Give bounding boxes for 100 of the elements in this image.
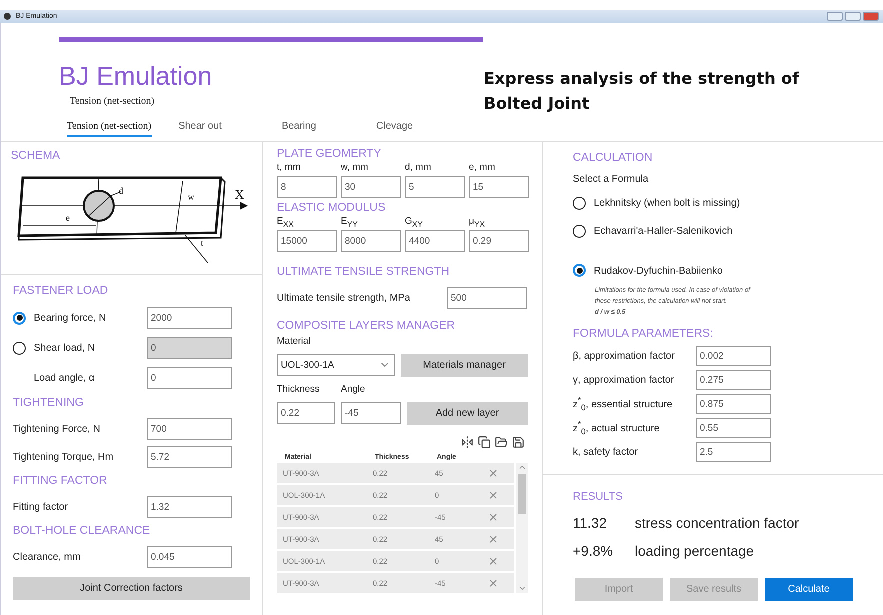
result-label: loading percentage	[635, 543, 754, 559]
scroll-up-icon[interactable]	[518, 463, 526, 472]
input-field[interactable]: 5.72	[147, 446, 232, 468]
field-label: E$_{YY}$	[341, 216, 358, 227]
field-label: Ultimate tensile strength, MPa	[277, 292, 412, 304]
field-label: Fitting factor	[13, 502, 70, 512]
field-label: e, mm	[469, 162, 496, 175]
scrollbar-thumb[interactable]	[518, 474, 526, 514]
section-title: SCHEMA	[11, 150, 62, 162]
heading: Express analysis of the strength of	[484, 69, 800, 88]
field-label: w, mm	[341, 162, 370, 175]
section-title: FORMULA PARAMETERS:	[573, 328, 714, 340]
section-title: FASTENER LOAD	[13, 285, 110, 297]
scroll-down-icon[interactable]	[518, 584, 526, 593]
field-label: Tightening Force, N	[13, 424, 102, 434]
input-field[interactable]: 30	[341, 176, 401, 198]
field-label: k, safety factor	[573, 446, 640, 458]
mirror-icon[interactable]	[461, 436, 474, 448]
section-title: TIGHTENING	[13, 397, 85, 409]
section-title: PLATE GEOMERTY	[277, 148, 382, 160]
dimension-label: X	[235, 187, 244, 202]
heading: Bolted Joint	[484, 94, 591, 113]
input-field[interactable]: 0.55	[696, 418, 771, 438]
radio-button[interactable]	[13, 312, 26, 324]
formula-label: Rudakov-Dyfuchin-Babiienko	[594, 266, 724, 277]
field-label: μ$_{YX}$	[469, 216, 486, 227]
field-label: β, approximation factor	[573, 350, 676, 362]
input-field[interactable]: 0.22	[277, 402, 335, 424]
input-field[interactable]: 0.045	[147, 546, 232, 568]
input-field[interactable]: 8000	[341, 230, 401, 252]
delete-icon[interactable]	[488, 512, 499, 522]
folder-icon[interactable]	[495, 436, 508, 448]
tab[interactable]: Tension (net-section)	[67, 121, 152, 137]
field-label: Angle	[341, 384, 366, 397]
delete-icon[interactable]	[488, 490, 499, 500]
section-title: FITTING FACTOR	[13, 475, 108, 487]
input-field[interactable]: 2000	[147, 307, 232, 329]
input-field[interactable]: 0	[147, 367, 232, 389]
field-label: G$_{XY}$	[405, 216, 423, 227]
result-value: +9.8%	[573, 543, 614, 559]
field-label: Shear load, N	[34, 342, 96, 354]
input-field[interactable]: 4400	[405, 230, 465, 252]
input-field[interactable]: 15	[469, 176, 529, 198]
material-dropdown[interactable]: UOL-300-1A	[277, 354, 395, 376]
input-field[interactable]: 5	[405, 176, 465, 198]
delete-icon[interactable]	[488, 534, 499, 544]
tab[interactable]: Bearing	[282, 121, 316, 137]
field-label: d, mm	[405, 162, 432, 175]
field-label: t, mm	[277, 162, 302, 175]
input-field[interactable]: 15000	[277, 230, 337, 252]
tab[interactable]: Shear out	[178, 121, 222, 137]
maximize-button[interactable]	[845, 12, 861, 21]
input-field[interactable]: 1.32	[147, 496, 232, 518]
delete-icon[interactable]	[488, 556, 499, 566]
radio-button[interactable]	[573, 224, 586, 238]
tab[interactable]: Clevage	[376, 121, 414, 137]
input-field[interactable]: -45	[341, 402, 401, 424]
section-title: RESULTS	[573, 491, 624, 503]
field-label: Bearing force, N	[34, 312, 108, 324]
section-title: COMPOSITE LAYERS MANAGER	[277, 320, 456, 332]
delete-icon[interactable]	[488, 578, 499, 588]
field-label: Tightening Torque, Hm	[13, 452, 115, 462]
field-label: γ, approximation factor	[573, 374, 676, 386]
dimension-label: d	[119, 186, 124, 196]
input-field[interactable]: 700	[147, 418, 232, 440]
result-label: stress concentration factor	[635, 515, 800, 531]
add-layer-button[interactable]: Add new layer	[407, 402, 528, 424]
field-label: z$^{*}$$_{0}$, actual structure	[573, 419, 661, 437]
input-field[interactable]: 0.29	[469, 230, 529, 252]
field-label: Clearance, mm	[13, 552, 82, 562]
formula-label: Echavarri'a-Haller-Salenikovich	[594, 226, 734, 236]
section-title: CALCULATION	[573, 152, 654, 164]
app-icon	[4, 13, 11, 20]
minimize-button[interactable]	[827, 12, 843, 21]
prompt-text: Select a Formula	[573, 174, 650, 185]
input-field[interactable]: 0.002	[696, 346, 771, 366]
input-field[interactable]: 0.275	[696, 370, 771, 390]
save-icon[interactable]	[512, 436, 525, 448]
subtitle: Tension (net-section)	[70, 96, 156, 107]
input-field[interactable]: 8	[277, 176, 337, 198]
dimension-label: t	[201, 238, 204, 248]
radio-button[interactable]	[573, 264, 586, 277]
copy-icon[interactable]	[478, 436, 491, 448]
action-button[interactable]: Calculate	[765, 578, 853, 600]
input-field[interactable]: 500	[447, 287, 527, 309]
input-field[interactable]: 2.5	[696, 442, 771, 462]
result-value: 11.32	[573, 515, 608, 531]
app-title: BJ Emulation	[59, 61, 214, 92]
materials-manager-button[interactable]: Materials manager	[401, 354, 528, 376]
field-label: Thickness	[277, 384, 321, 397]
scrollbar[interactable]	[516, 463, 528, 593]
field-label: E$_{XX}$	[277, 216, 294, 227]
close-button[interactable]	[863, 12, 879, 21]
correction-factors-button[interactable]: Joint Correction factors	[13, 577, 250, 600]
formula-label: Lekhnitsky (when bolt is missing)	[594, 198, 742, 208]
radio-button[interactable]	[573, 196, 586, 210]
field-label: Material	[277, 336, 312, 349]
delete-icon[interactable]	[488, 468, 499, 478]
input-field[interactable]: 0.875	[696, 394, 771, 414]
section-title: ULTIMATE TENSILE STRENGTH	[277, 266, 451, 278]
